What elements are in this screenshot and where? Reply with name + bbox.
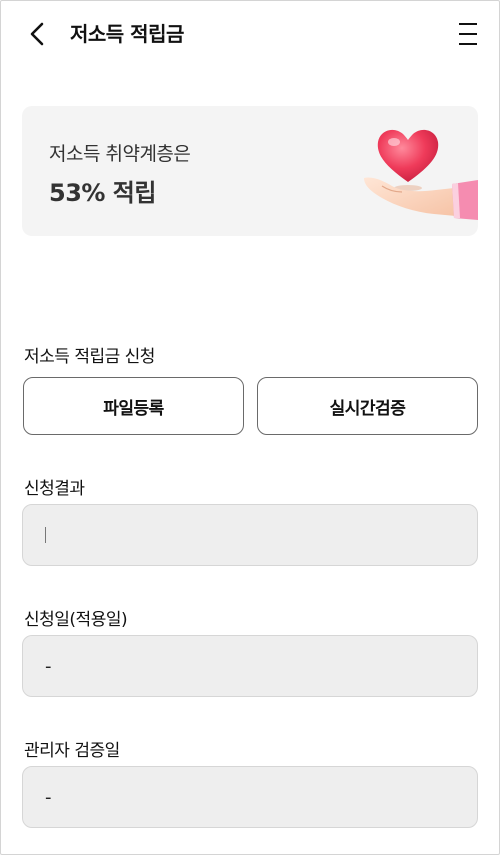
result-field[interactable] [22,504,478,566]
realtime-verify-button[interactable]: 실시간검증 [257,377,478,435]
back-button[interactable] [24,18,52,50]
banner-headline: 53% 적립 [49,179,156,207]
result-label: 신청결과 [24,479,85,499]
verify-date-label: 관리자 검증일 [24,741,120,761]
apply-section-label: 저소득 적립금 신청 [24,347,155,367]
hamburger-menu-icon [459,23,477,45]
menu-button[interactable] [456,21,480,47]
heart-in-hand-icon [364,129,478,220]
page-title: 저소득 적립금 [70,22,184,46]
apply-date-label: 신청일(적용일) [24,610,128,630]
chevron-left-icon [30,22,44,46]
verify-date-value: - [45,786,52,808]
banner-subtitle: 저소득 취약계층은 [49,143,191,165]
apply-date-field: - [22,635,478,697]
file-register-button[interactable]: 파일등록 [23,377,244,435]
top-bar: 저소득 적립금 [0,0,500,68]
text-caret [45,527,46,543]
verify-date-field: - [22,766,478,828]
promo-banner: 저소득 취약계층은 53% 적립 [22,106,478,236]
apply-date-value: - [45,655,52,677]
